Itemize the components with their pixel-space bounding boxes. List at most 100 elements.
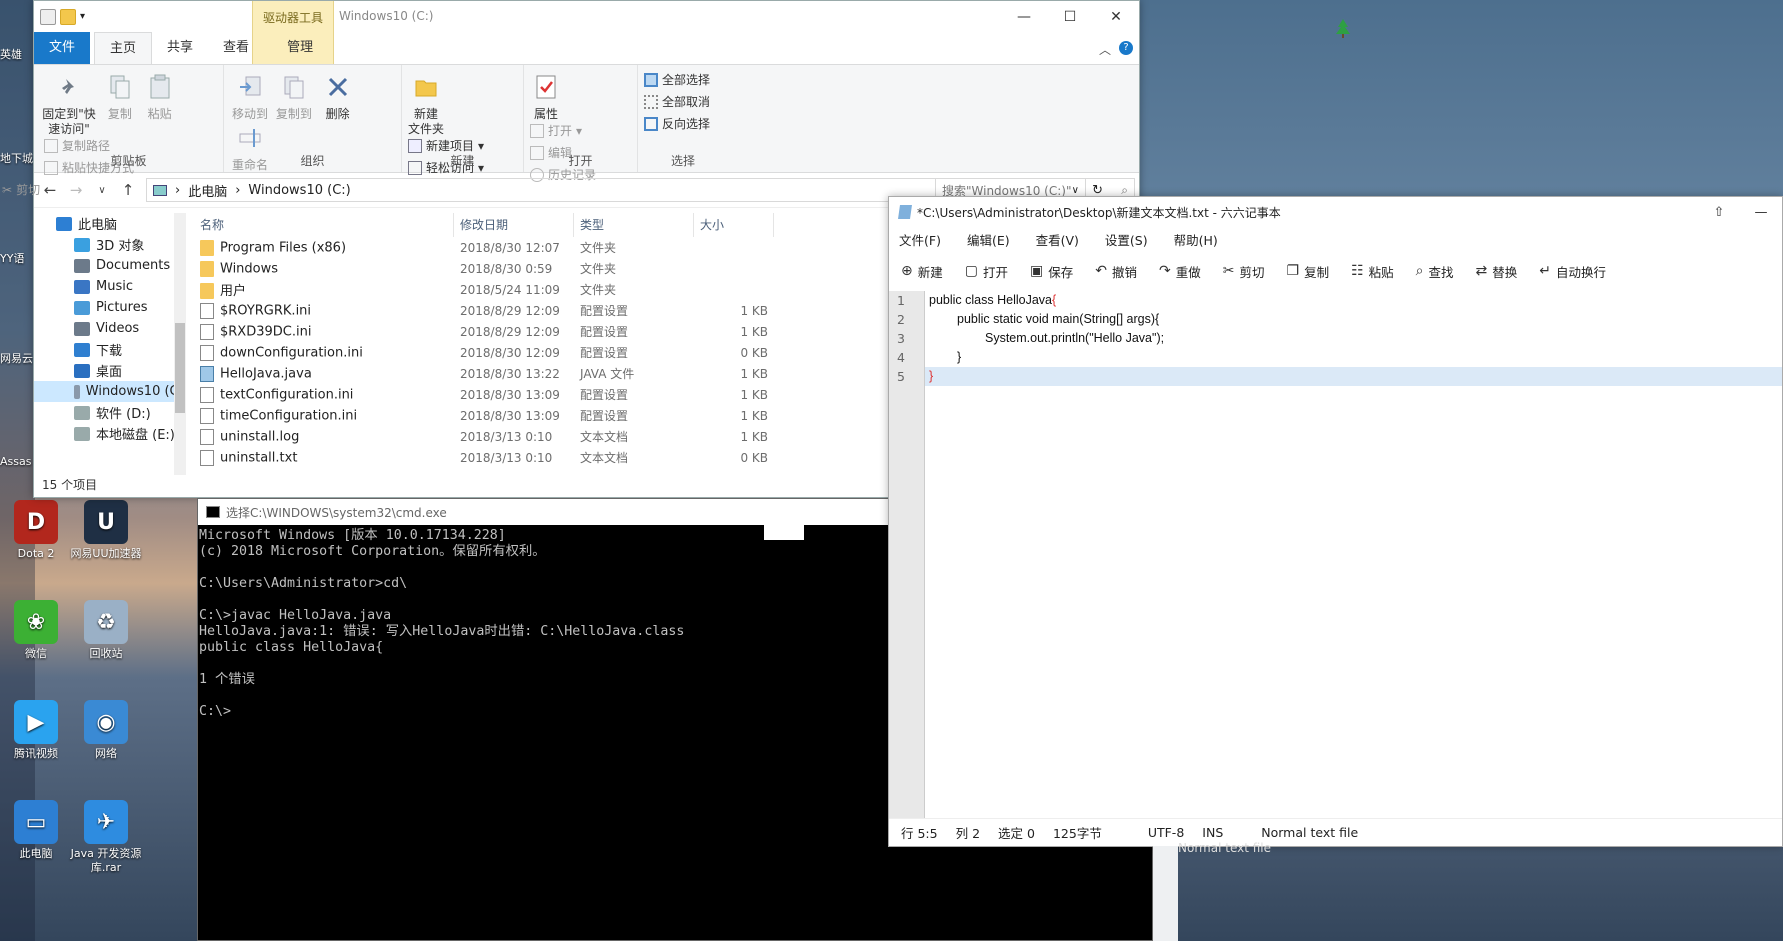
copy-to-button[interactable]: 复制到 [274, 71, 314, 122]
file-row[interactable]: $ROYRGRK.ini 2018/8/29 12:09 配置设置 1 KB [194, 300, 834, 321]
toolbar-button[interactable]: ▢ 打开 [965, 262, 1008, 281]
collapse-ribbon-icon[interactable]: ︿ [1099, 41, 1111, 58]
tab-manage[interactable]: 管理 [272, 32, 329, 64]
breadcrumb-current[interactable]: Windows10 (C:) [248, 183, 350, 198]
file-name-cell: HelloJava.java [194, 365, 454, 382]
invert-selection-button[interactable]: 反向选择 [644, 115, 710, 132]
file-row[interactable]: HelloJava.java 2018/8/30 13:22 JAVA 文件 1 KB [194, 363, 834, 384]
menu-item[interactable]: 文件(F) [899, 230, 941, 249]
copy-button[interactable]: 复制 [102, 71, 138, 122]
properties-icon[interactable] [40, 9, 56, 25]
toolbar-button[interactable]: ↷ 重做 [1159, 262, 1201, 281]
nav-item[interactable]: 下载 [34, 339, 183, 360]
cut-button[interactable]: ✂ 剪切 [2, 181, 134, 198]
column-type[interactable]: 类型 [574, 213, 694, 237]
column-date[interactable]: 修改日期 [454, 213, 574, 237]
menu-item[interactable]: 帮助(H) [1174, 230, 1218, 249]
file-row[interactable]: downConfiguration.ini 2018/8/30 12:09 配置设置… [194, 342, 834, 363]
toolbar-button[interactable]: ▣ 保存 [1030, 262, 1073, 281]
desktop-icon[interactable]: D Dota 2 [0, 500, 72, 561]
close-button[interactable]: ✕ [1093, 1, 1139, 33]
file-row[interactable]: $RXD39DC.ini 2018/8/29 12:09 配置设置 1 KB [194, 321, 834, 342]
desktop-icon[interactable]: ❀ 微信 [0, 600, 72, 661]
select-all-button[interactable]: 全部选择 [644, 71, 710, 88]
nav-item[interactable]: 桌面 [34, 360, 183, 381]
desktop-icon[interactable]: ♻ 回收站 [70, 600, 142, 661]
maximize-button[interactable]: ☐ [1047, 1, 1093, 33]
status-column: 列 2 [955, 826, 981, 841]
nav-item[interactable]: Pictures [34, 297, 183, 318]
minimize-button[interactable]: — [1001, 1, 1047, 33]
file-row[interactable]: uninstall.txt 2018/3/13 0:10 文本文档 0 KB [194, 447, 834, 468]
file-row[interactable]: textConfiguration.ini 2018/8/30 13:09 配置设置… [194, 384, 834, 405]
pin-on-top-icon[interactable]: ⇧ [1698, 197, 1740, 227]
column-size[interactable]: 大小 [694, 213, 774, 237]
menu-item[interactable]: 查看(V) [1036, 230, 1079, 249]
minimize-button[interactable]: — [1740, 197, 1782, 227]
toolbar-button[interactable]: ↵ 自动换行 [1539, 262, 1606, 281]
menu-item[interactable]: 编辑(E) [967, 230, 1010, 249]
code-line[interactable]: public static void main(String[] args){ [925, 310, 1782, 329]
file-row[interactable]: uninstall.log 2018/3/13 0:10 文本文档 1 KB [194, 426, 834, 447]
edge-icon-label[interactable]: 英雄 [0, 46, 34, 62]
open-button[interactable]: 打开 ▾ [530, 122, 596, 139]
nav-item[interactable]: Videos [34, 318, 183, 339]
new-folder-button[interactable]: 新建 文件夹 [408, 71, 444, 137]
pin-quick-access-button[interactable]: 固定到"快速访问" [40, 71, 98, 137]
code-editor[interactable]: 1 2 3 4 5 public class HelloJava{public stat… [889, 291, 1782, 818]
edge-icon-label[interactable]: 网易云 [0, 350, 34, 366]
help-icon[interactable]: ? [1119, 41, 1133, 55]
nav-scrollbar-thumb[interactable] [175, 323, 185, 413]
nav-item[interactable]: Documents [34, 255, 183, 276]
move-to-button[interactable]: 移动到 [230, 71, 270, 122]
toolbar-icon: ↵ [1539, 263, 1551, 279]
nav-item[interactable]: Windows10 (C: [34, 381, 183, 402]
nav-item[interactable]: Music [34, 276, 183, 297]
file-row[interactable]: Windows 2018/8/30 0:59 文件夹 [194, 258, 834, 279]
desktop-icon[interactable]: ◉ 网络 [70, 700, 142, 761]
new-folder-icon[interactable] [60, 9, 76, 25]
edge-icon-label[interactable]: 地下城 [0, 150, 34, 166]
paste-button[interactable]: 粘贴 [142, 71, 178, 122]
toolbar-button[interactable]: ✂ 剪切 [1223, 262, 1265, 281]
file-name: $ROYRGRK.ini [220, 303, 312, 318]
desktop-icon[interactable]: ▶ 腾讯视频 [0, 700, 72, 761]
code-line[interactable]: public class HelloJava{ [925, 291, 1782, 310]
desktop-icon[interactable]: ✈ Java 开发资源库.rar [70, 800, 142, 875]
delete-button[interactable]: 删除 [318, 71, 358, 122]
desktop-icon[interactable]: ▭ 此电脑 [0, 800, 72, 861]
toolbar-button[interactable]: ❐ 复制 [1287, 262, 1330, 281]
toolbar-button[interactable]: ↶ 撤销 [1095, 262, 1137, 281]
toolbar-button[interactable]: ⊕ 新建 [901, 262, 943, 281]
desktop-icon-label: Java 开发资源库.rar [70, 847, 142, 874]
properties-button[interactable]: 属性 [530, 71, 562, 122]
tab-home[interactable]: 主页 [94, 32, 153, 64]
file-row[interactable]: Program Files (x86) 2018/8/30 12:07 文件夹 [194, 237, 834, 258]
toolbar-button[interactable]: ⌕ 查找 [1416, 262, 1454, 281]
select-none-button[interactable]: 全部取消 [644, 93, 710, 110]
edge-icon-label[interactable]: Assas Creed [0, 455, 34, 468]
file-row[interactable]: 用户 2018/5/24 11:09 文件夹 [194, 279, 834, 300]
code-line[interactable]: } [925, 367, 1782, 386]
nav-item[interactable]: 此电脑 [34, 213, 183, 234]
tab-share[interactable]: 共享 [152, 32, 208, 64]
toolbar-button[interactable]: ⇄ 替换 [1476, 262, 1518, 281]
nav-item[interactable]: 软件 (D:) [34, 402, 183, 423]
tab-view[interactable]: 查看 [208, 32, 264, 64]
code-line[interactable]: } [925, 348, 1782, 367]
breadcrumb-this-pc[interactable]: 此电脑 [188, 181, 227, 200]
desktop-icon[interactable]: U 网易UU加速器 [70, 500, 142, 561]
file-row[interactable]: timeConfiguration.ini 2018/8/30 13:09 配置设置… [194, 405, 834, 426]
code-area[interactable]: public class HelloJava{public static voi… [925, 291, 1782, 386]
code-line[interactable]: System.out.println("Hello Java"); [925, 329, 1782, 348]
nav-item[interactable]: 本地磁盘 (E:) [34, 423, 183, 444]
nav-scrollbar[interactable] [174, 213, 186, 475]
qat-dropdown-icon[interactable]: ▾ [80, 9, 96, 25]
tab-file[interactable]: 文件 [34, 32, 91, 64]
edge-icon-label[interactable]: YY语 [0, 250, 34, 266]
file-name: Windows [220, 261, 279, 276]
nav-item[interactable]: 3D 对象 [34, 234, 183, 255]
menu-item[interactable]: 设置(S) [1105, 230, 1148, 249]
toolbar-button[interactable]: ☷ 粘贴 [1351, 262, 1394, 281]
column-name[interactable]: 名称 [194, 213, 454, 237]
